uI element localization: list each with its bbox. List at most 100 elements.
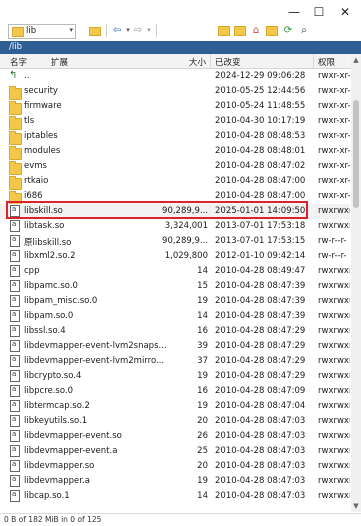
parent-folder-icon: ↰	[9, 70, 18, 81]
file-permissions: rw-r--r-	[318, 251, 347, 261]
close-button[interactable]: ✕	[335, 6, 355, 18]
file-name: libdevmapper.a	[24, 476, 90, 486]
toolbar-separator	[106, 24, 107, 37]
file-name: security	[24, 86, 58, 96]
file-icon	[10, 370, 20, 382]
scroll-down-icon[interactable]: ▼	[352, 502, 360, 510]
file-modified: 2024-12-29 09:06:28	[215, 71, 306, 81]
path-combo[interactable]: lib ▾	[8, 24, 76, 39]
vertical-scrollbar[interactable]: ▲ ▼	[351, 54, 361, 512]
file-row[interactable]: libtermcap.so.2 19 2010-04-28 08:47:04 rwxr…	[0, 399, 350, 414]
file-row[interactable]: cpp 14 2010-04-28 08:49:47 rwxrwxr	[0, 264, 350, 279]
file-size: 90,289,9...	[162, 236, 208, 246]
file-icon	[10, 475, 20, 487]
file-icon	[10, 445, 20, 457]
file-icon	[10, 280, 20, 292]
file-size: 1,029,800	[164, 251, 208, 261]
column-name[interactable]: 名字	[10, 56, 27, 68]
file-modified: 2010-04-28 08:47:00	[215, 191, 306, 201]
new-folder-icon[interactable]	[233, 24, 247, 37]
minimize-button[interactable]: —	[284, 6, 304, 18]
file-name: i686	[24, 191, 43, 201]
column-size[interactable]: 大小	[189, 56, 206, 68]
bookmark-icon[interactable]	[265, 24, 279, 37]
column-ext[interactable]: 扩展	[51, 56, 68, 68]
file-name: libdevmapper-event-lvm2mirro...	[24, 356, 165, 366]
file-row[interactable]: libdevmapper-event.a 25 2010-04-28 08:47:0…	[0, 444, 350, 459]
file-permissions: rwxr-xr-	[318, 176, 350, 186]
file-row[interactable]: libdevmapper-event-lvm2mirro... 37 2010-04…	[0, 354, 350, 369]
file-name: libcrypto.so.4	[24, 371, 82, 381]
file-permissions: rwxr-xr-	[318, 131, 350, 141]
refresh-icon[interactable]: ⟳	[281, 24, 295, 37]
file-icon	[10, 265, 20, 277]
file-icon	[10, 310, 20, 322]
file-name: iptables	[24, 131, 58, 141]
file-row[interactable]: libpcre.so.0 16 2010-04-28 08:47:09 rwxrwxr	[0, 384, 350, 399]
file-row[interactable]: security 2010-05-25 12:44:56 rwxr-xr-	[0, 84, 350, 100]
file-modified: 2013-07-01 17:53:15	[215, 236, 306, 246]
file-size: 20	[197, 416, 208, 426]
scrollbar-thumb[interactable]	[353, 100, 359, 208]
status-text: 0 B of 182 MiB in 0 of 125	[4, 515, 102, 524]
file-modified: 2010-04-28 08:47:03	[215, 446, 306, 456]
maximize-button[interactable]: ☐	[309, 6, 329, 18]
file-row[interactable]: tls 2010-04-30 10:17:19 rwxr-xr-	[0, 114, 350, 130]
file-permissions: rwxrwxr	[318, 431, 350, 441]
file-row[interactable]: rtkaio 2010-04-28 08:47:00 rwxr-xr-	[0, 174, 350, 190]
toolbar-separator	[156, 24, 157, 37]
open-folder-icon[interactable]	[88, 24, 102, 37]
title-bar: — ☐ ✕ lib ▾ ⇦ ▾ ⇨ ▾ ⌂ ⟳ ⌕	[0, 0, 361, 40]
file-row[interactable]: libdevmapper-event.so 26 2010-04-28 08:47:…	[0, 429, 350, 444]
file-icon	[10, 385, 20, 397]
file-name: firmware	[24, 101, 62, 111]
chevron-down-icon[interactable]: ▾	[69, 26, 73, 34]
file-size: 26	[197, 431, 208, 441]
forward-history-dropdown[interactable]: ▾	[142, 24, 156, 37]
column-divider[interactable]	[313, 54, 314, 68]
file-row[interactable]: libpam.so.0 14 2010-04-28 08:47:39 rwxrwxr	[0, 309, 350, 324]
file-row[interactable]: libpam_misc.so.0 19 2010-04-28 08:47:39 rwx…	[0, 294, 350, 309]
file-permissions: rwxrwxr	[318, 491, 350, 501]
file-size: 25	[197, 446, 208, 456]
file-row[interactable]: libtask.so 3,324,001 2013-07-01 17:53:18 rw…	[0, 219, 350, 234]
file-row[interactable]: libdevmapper.a 19 2010-04-28 08:47:03 rwxrw…	[0, 474, 350, 489]
folder-up-icon[interactable]	[217, 24, 231, 37]
file-permissions: rwxrwxr	[318, 461, 350, 471]
file-permissions: rwxr-xr-	[318, 71, 350, 81]
file-row[interactable]: iptables 2010-04-28 08:48:53 rwxr-xr-	[0, 129, 350, 145]
file-permissions: rwxr-xr-	[318, 101, 350, 111]
file-permissions: rwxrwxr	[318, 221, 350, 231]
file-permissions: rwxrwxr	[318, 416, 350, 426]
file-modified: 2010-04-28 08:47:02	[215, 161, 306, 171]
find-icon[interactable]: ⌕	[297, 24, 311, 37]
file-row[interactable]: libcrypto.so.4 19 2010-04-28 08:47:29 rwxrw…	[0, 369, 350, 384]
file-row[interactable]: ↰.. 2024-12-29 09:06:28 rwxr-xr-	[0, 69, 350, 84]
file-permissions: rwxrwxr	[318, 266, 350, 276]
file-modified: 2010-04-28 08:47:29	[215, 326, 306, 336]
scroll-up-icon[interactable]: ▲	[352, 56, 360, 64]
file-name: libtask.so	[24, 221, 65, 231]
file-row[interactable]: libpamc.so.0 15 2010-04-28 08:47:39 rwxrwxr	[0, 279, 350, 294]
file-icon	[10, 400, 20, 412]
file-row[interactable]: modules 2010-04-28 08:48:01 rwxr-xr-	[0, 144, 350, 160]
file-row[interactable]: libssl.so.4 16 2010-04-28 08:47:29 rwxrwxr	[0, 324, 350, 339]
file-modified: 2013-07-01 17:53:18	[215, 221, 306, 231]
home-icon[interactable]: ⌂	[249, 24, 263, 37]
file-icon	[10, 490, 20, 502]
file-row[interactable]: libkeyutils.so.1 20 2010-04-28 08:47:03 rwx…	[0, 414, 350, 429]
file-row[interactable]: libdevmapper.so 20 2010-04-28 08:47:03 rwxr…	[0, 459, 350, 474]
file-row[interactable]: 原libskill.so 90,289,9... 2013-07-01 17:53:…	[0, 234, 350, 249]
file-permissions: rwxrwxr	[318, 206, 350, 216]
file-name: libpamc.so.0	[24, 281, 78, 291]
file-row[interactable]: libdevmapper-event-lvm2snaps... 39 2010-04…	[0, 339, 350, 354]
file-row[interactable]: evms 2010-04-28 08:47:02 rwxr-xr-	[0, 159, 350, 175]
file-permissions: rwxr-xr-	[318, 116, 350, 126]
column-permissions[interactable]: 权限	[318, 56, 335, 68]
column-modified[interactable]: 已改变	[215, 56, 241, 68]
file-row[interactable]: firmware 2010-05-24 11:48:55 rwxr-xr-	[0, 99, 350, 115]
file-row[interactable]: libxml2.so.2 1,029,800 2012-01-10 09:42:14…	[0, 249, 350, 264]
file-icon	[10, 250, 20, 262]
column-divider[interactable]	[210, 54, 211, 68]
file-row[interactable]: libcap.so.1 14 2010-04-28 08:47:03 rwxrwxr	[0, 489, 350, 504]
